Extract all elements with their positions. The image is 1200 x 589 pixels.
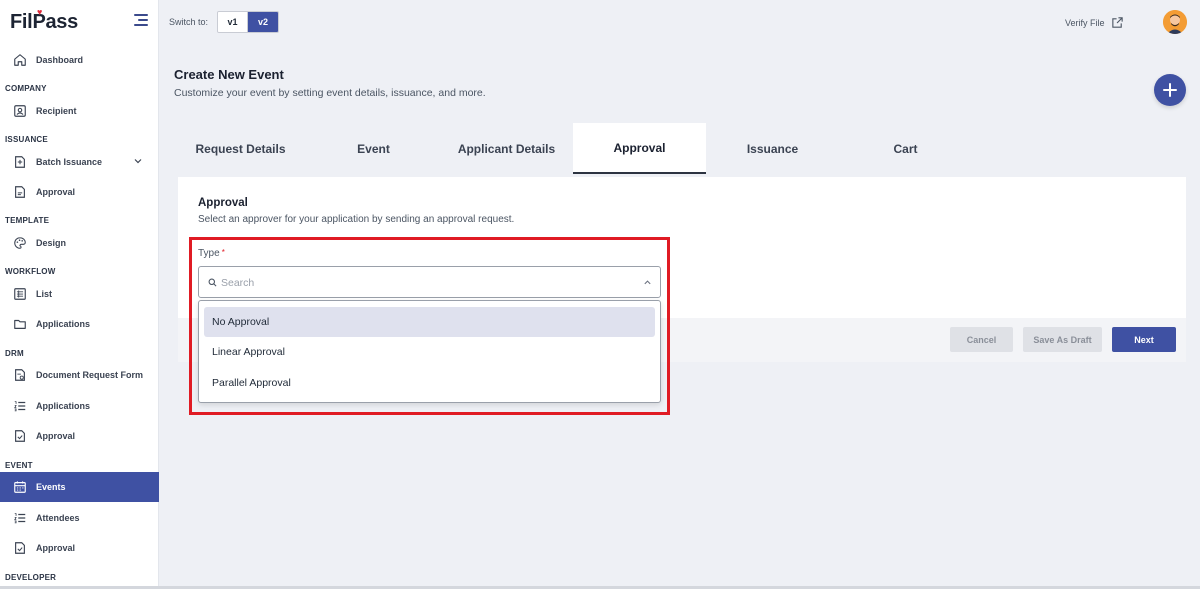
sidebar-item-label: Approval [36,187,76,197]
version-v2-button[interactable]: v2 [248,12,278,32]
list-icon [13,287,27,301]
tab-request-details[interactable]: Request Details [174,123,307,174]
sidebar-item-recipient[interactable]: Recipient [0,96,159,126]
document-check-icon [13,429,27,443]
folder-icon [13,317,27,331]
sidebar-item-document-request-form[interactable]: Document Request Form [0,360,159,390]
section-drm: DRM [5,349,24,358]
option-linear-approval[interactable]: Linear Approval [204,337,655,367]
menu-toggle-icon[interactable] [134,14,148,26]
sidebar-item-label: Attendees [36,513,80,523]
section-company: COMPANY [5,84,47,93]
palette-icon [13,236,27,250]
cancel-button[interactable]: Cancel [950,327,1013,352]
tab-applicant-details[interactable]: Applicant Details [440,123,573,174]
sidebar-item-drm-approval[interactable]: Approval [0,421,159,451]
search-icon [208,278,217,287]
add-button[interactable] [1154,74,1186,106]
section-template: TEMPLATE [5,216,50,225]
sidebar-item-label: List [36,289,53,299]
document-check-icon [13,541,27,555]
type-label: Type * [198,248,225,259]
switch-label: Switch to: [169,17,209,27]
approval-subtitle: Select an approver for your application … [198,214,515,225]
type-dropdown-menu: No Approval Linear Approval Parallel App… [198,300,661,403]
tab-issuance[interactable]: Issuance [706,123,839,174]
sidebar-item-label: Events [36,482,66,492]
filpass-logo[interactable]: FilPass ♥ [10,7,78,34]
sidebar-item-dashboard[interactable]: Dashboard [0,45,159,75]
section-issuance: ISSUANCE [5,135,48,144]
page-title: Create New Event [174,67,284,82]
sidebar: FilPass ♥ Dashboard COMPANY Recipient ISS… [0,0,159,589]
sidebar-item-label: Approval [36,431,76,441]
sidebar-item-batch-issuance[interactable]: Batch Issuance [0,147,159,177]
document-form-icon [13,368,27,382]
event-tabs: Request Details Event Applicant Details … [174,123,972,174]
section-event: EVENT [5,461,33,470]
version-switch: v1 v2 [217,11,279,33]
document-plus-icon [13,155,27,169]
section-workflow: WORKFLOW [5,267,56,276]
verify-file-link[interactable]: Verify File [1065,16,1124,29]
numbered-list-icon [13,511,27,525]
type-search-input[interactable] [221,273,621,293]
sidebar-item-label: Applications [36,319,91,329]
sidebar-item-label: Document Request Form [36,370,144,380]
save-as-draft-button[interactable]: Save As Draft [1023,327,1102,352]
tab-event[interactable]: Event [307,123,440,174]
required-marker: * [221,248,225,257]
type-select[interactable] [198,266,661,298]
verify-file-label: Verify File [1065,17,1105,28]
sidebar-item-label: Batch Issuance [36,157,103,167]
calendar-icon [13,480,27,494]
sidebar-item-workflow-applications[interactable]: Applications [0,309,159,339]
page-subtitle: Customize your event by setting event de… [174,87,486,99]
sidebar-item-issuance-approval[interactable]: Approval [0,177,159,207]
plus-icon [1163,83,1177,97]
document-icon [13,185,27,199]
option-parallel-approval[interactable]: Parallel Approval [204,368,655,398]
option-no-approval[interactable]: No Approval [204,307,655,337]
tab-cart[interactable]: Cart [839,123,972,174]
tab-approval[interactable]: Approval [573,123,706,174]
version-v1-button[interactable]: v1 [218,12,248,32]
sidebar-item-attendees[interactable]: Attendees [0,503,159,533]
sidebar-item-label: Applications [36,401,91,411]
chevron-up-icon[interactable] [643,278,652,287]
sidebar-item-label: Approval [36,543,76,553]
logo-row: FilPass ♥ [0,0,159,44]
section-developer: DEVELOPER [5,573,57,582]
sidebar-item-label: Recipient [36,106,77,116]
approval-title: Approval [198,197,248,209]
sidebar-item-design[interactable]: Design [0,228,159,258]
chevron-down-icon[interactable] [133,156,143,166]
sidebar-item-label: Design [36,238,67,248]
top-bar: Switch to: v1 v2 Verify File [159,0,1200,44]
sidebar-item-label: Dashboard [36,55,84,65]
sidebar-item-drm-applications[interactable]: Applications [0,391,159,421]
sidebar-item-events[interactable]: Events [0,472,159,502]
numbered-list-icon [13,399,27,413]
external-link-icon [1111,17,1123,28]
sidebar-item-event-approval[interactable]: Approval [0,533,159,563]
user-avatar[interactable] [1163,10,1187,34]
next-button[interactable]: Next [1112,327,1176,352]
home-icon [13,53,27,67]
sidebar-item-list[interactable]: List [0,279,159,309]
user-card-icon [13,104,27,118]
